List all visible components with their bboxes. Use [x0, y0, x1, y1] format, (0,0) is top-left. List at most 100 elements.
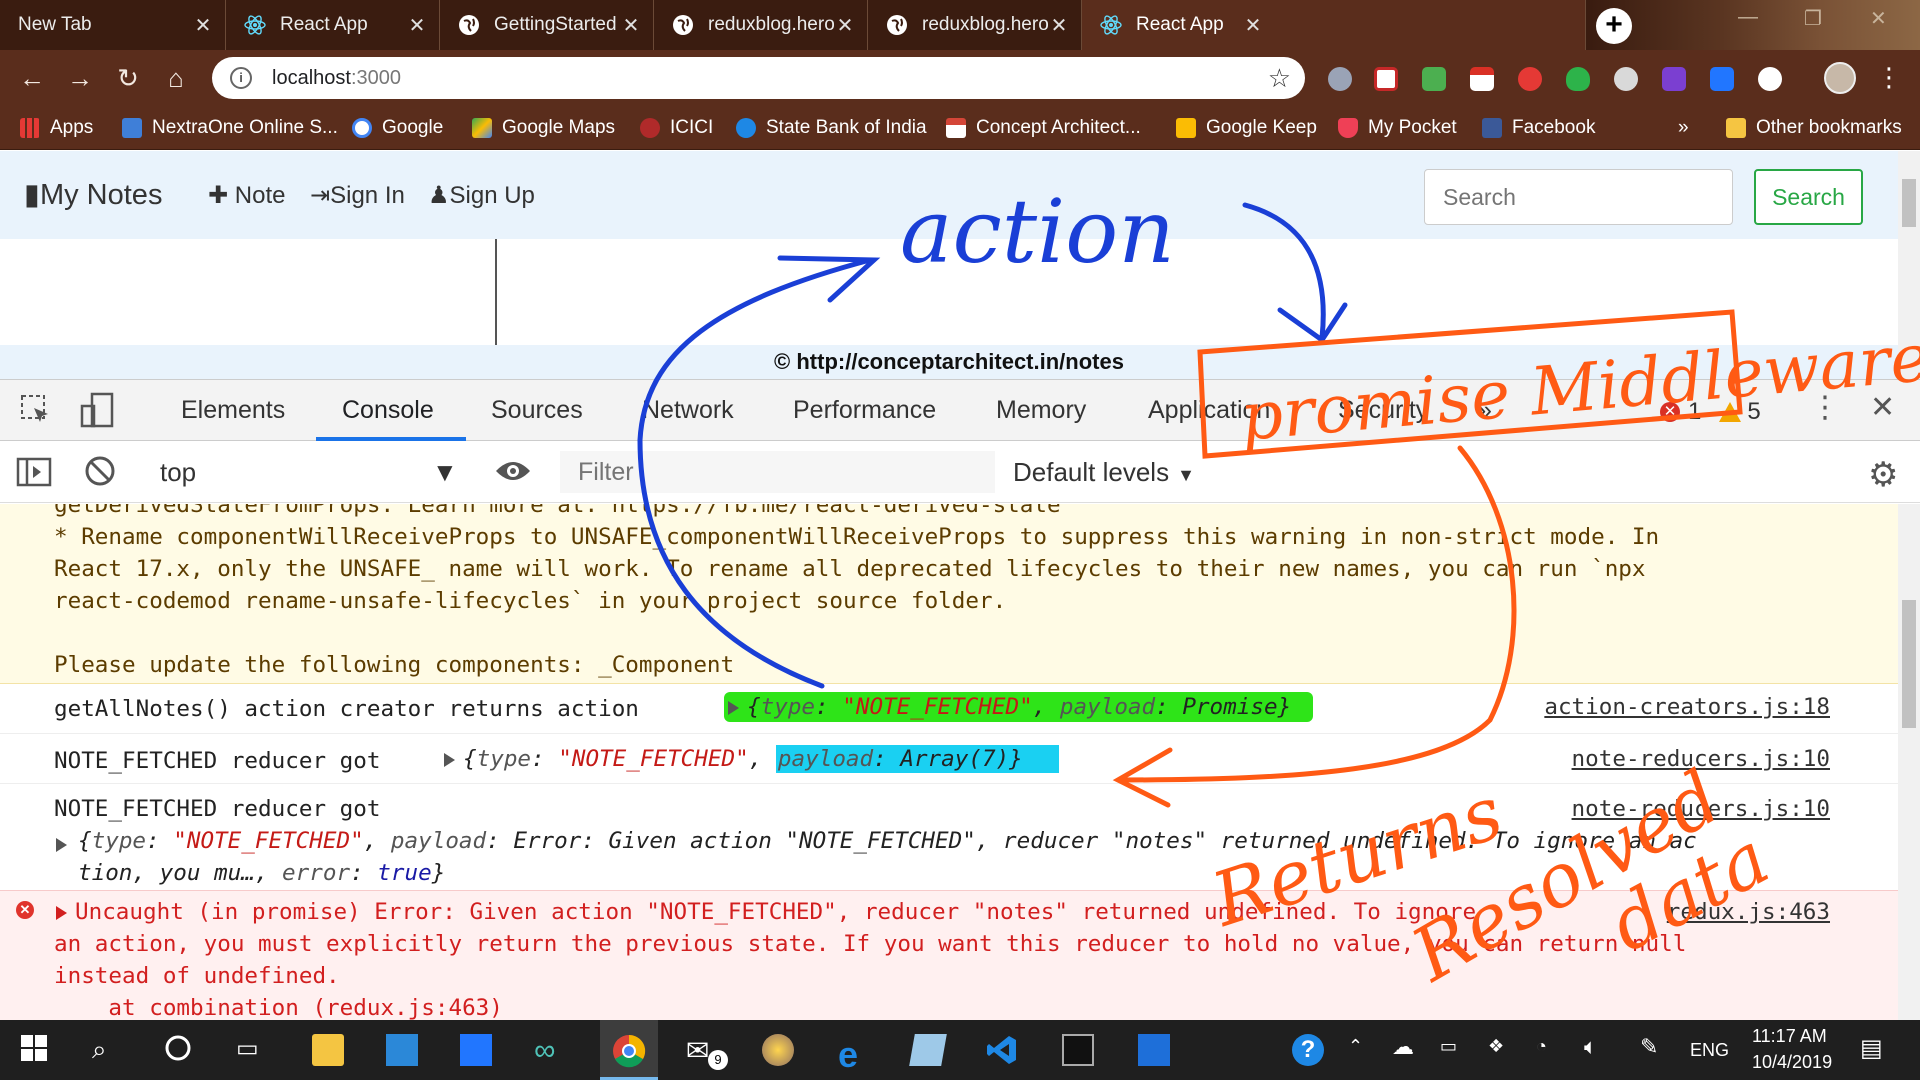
search-icon[interactable]: ⌕ — [92, 1034, 124, 1066]
console-filter-input[interactable] — [560, 451, 995, 493]
error-line[interactable]: Uncaught (in promise) Error: Given actio… — [56, 899, 1476, 925]
issue-counter[interactable]: ✕ 1 5 — [1660, 398, 1761, 426]
tab-new-tab[interactable]: New Tab ✕ — [0, 0, 226, 50]
close-icon[interactable]: ✕ — [407, 13, 427, 38]
dropbox-icon[interactable] — [1710, 67, 1734, 91]
notifications-icon[interactable]: ▤ — [1860, 1034, 1883, 1063]
profile-avatar[interactable] — [1824, 62, 1856, 94]
device-toolbar-icon[interactable] — [80, 392, 116, 433]
nav-sign-in-link[interactable]: ⇥Sign In — [310, 181, 405, 210]
search-input[interactable] — [1424, 169, 1733, 225]
scrollbar-thumb[interactable] — [1902, 179, 1916, 227]
back-arrow-icon[interactable]: ← — [16, 62, 48, 94]
windows-start-icon[interactable] — [20, 1034, 52, 1066]
close-icon[interactable]: ✕ — [835, 13, 855, 38]
close-icon[interactable]: ✕ — [1243, 13, 1263, 38]
info-icon[interactable]: i — [230, 67, 252, 89]
close-icon[interactable]: ✕ — [621, 13, 641, 38]
dropbox-icon[interactable] — [460, 1034, 492, 1066]
devtools-tab-console[interactable]: Console — [342, 396, 434, 425]
devtools-tab-sources[interactable]: Sources — [491, 396, 583, 425]
chrome-icon[interactable] — [612, 1034, 646, 1068]
extension-icon[interactable] — [1758, 67, 1782, 91]
devtools-menu-icon[interactable]: ⋮ — [1810, 390, 1840, 425]
close-icon[interactable]: ✕ — [193, 13, 213, 38]
cortana-icon[interactable] — [164, 1034, 196, 1066]
minimize-icon[interactable]: — — [1738, 6, 1758, 29]
help-icon[interactable]: ? — [1292, 1034, 1324, 1066]
evernote-icon[interactable] — [1566, 67, 1590, 91]
address-bar[interactable]: i localhost:3000 ☆ — [212, 57, 1305, 99]
expand-triangle-icon[interactable] — [444, 752, 455, 767]
app-icon[interactable] — [1138, 1034, 1170, 1066]
notepad-icon[interactable] — [909, 1034, 947, 1066]
window-close-icon[interactable]: ✕ — [1870, 6, 1887, 31]
gmail-icon[interactable] — [1470, 67, 1494, 91]
expand-triangle-icon[interactable] — [56, 838, 67, 852]
expandable-object[interactable]: {type: "NOTE_FETCHED", payload: Array(7)… — [444, 745, 1059, 773]
bookmark-facebook[interactable]: Facebook — [1482, 106, 1595, 150]
bookmark-sbi[interactable]: State Bank of India — [736, 106, 927, 150]
close-icon[interactable]: ✕ — [1049, 13, 1069, 38]
tab-getting-started[interactable]: GettingStarted ✕ — [440, 0, 654, 50]
live-expression-eye-icon[interactable] — [494, 457, 532, 490]
devtools-tab-security[interactable]: Security — [1338, 396, 1428, 425]
devtools-tab-memory[interactable]: Memory — [996, 396, 1086, 425]
clock-time[interactable]: 11:17 AM — [1752, 1026, 1827, 1047]
nav-sign-up-link[interactable]: ♟Sign Up — [428, 181, 535, 210]
devtools-tab-application[interactable]: Application — [1148, 396, 1270, 425]
bookmark-google[interactable]: Google — [352, 106, 443, 150]
file-explorer-icon[interactable] — [312, 1034, 344, 1066]
clear-console-icon[interactable] — [84, 455, 116, 492]
browser-menu-icon[interactable]: ⋮ — [1876, 62, 1902, 93]
pen-icon[interactable]: ✎ — [1640, 1034, 1658, 1060]
maximize-icon[interactable]: ❐ — [1804, 6, 1822, 31]
extension-icon[interactable] — [1374, 67, 1398, 91]
source-link[interactable]: note-reducers.js:10 — [1572, 796, 1830, 822]
more-tabs-button[interactable]: » — [1478, 396, 1492, 425]
forward-arrow-icon[interactable]: → — [64, 62, 96, 94]
source-link[interactable]: note-reducers.js:10 — [1572, 746, 1830, 772]
bookmark-concept-architect[interactable]: Concept Architect... — [946, 106, 1141, 150]
paint-icon[interactable] — [762, 1034, 794, 1066]
terminal-icon[interactable] — [1062, 1034, 1094, 1066]
extension-icon[interactable] — [1422, 67, 1446, 91]
expand-triangle-icon[interactable] — [56, 905, 67, 920]
scrollbar-thumb[interactable] — [1902, 600, 1916, 728]
bookmark-google-keep[interactable]: Google Keep — [1176, 106, 1317, 150]
log-levels-dropdown[interactable]: Default levels ▼ — [1013, 457, 1195, 488]
devtools-tab-performance[interactable]: Performance — [793, 396, 936, 425]
page-scrollbar[interactable] — [1898, 151, 1920, 379]
tab-react-app[interactable]: React App ✕ — [226, 0, 440, 50]
bookmark-star-icon[interactable]: ☆ — [1268, 63, 1291, 94]
tab-reduxblog-2[interactable]: reduxblog.herokuapp ✕ — [868, 0, 1082, 50]
chevron-up-icon[interactable]: ⌃ — [1348, 1036, 1363, 1057]
onedrive-icon[interactable]: ☁ — [1392, 1034, 1414, 1060]
devtools-tab-network[interactable]: Network — [642, 396, 734, 425]
console-scrollbar[interactable] — [1898, 504, 1920, 1020]
extension-icon[interactable] — [1328, 67, 1352, 91]
tab-reduxblog-1[interactable]: reduxblog.herokuapp ✕ — [654, 0, 868, 50]
edge-icon[interactable]: e — [838, 1034, 870, 1075]
context-selector[interactable]: top ▼ — [160, 457, 458, 488]
expandable-object[interactable]: {type: "NOTE_FETCHED", payload: Promise} — [724, 692, 1314, 722]
wifi-icon[interactable]: ◔ — [1536, 1036, 1547, 1057]
volume-icon[interactable]: 🔈︎ — [1584, 1034, 1597, 1060]
expandable-object[interactable]: {type: "NOTE_FETCHED", payload: Error: G… — [56, 828, 1697, 854]
source-link[interactable]: redux.js:463 — [1667, 899, 1830, 925]
inspect-element-icon[interactable] — [20, 394, 52, 431]
battery-icon[interactable]: ▭ — [1440, 1036, 1457, 1057]
devtools-tab-elements[interactable]: Elements — [181, 396, 285, 425]
onenote-icon[interactable] — [1662, 67, 1686, 91]
bookmark-icici[interactable]: ICICI — [640, 106, 713, 150]
new-tab-button[interactable]: + — [1596, 8, 1632, 44]
bookmark-nextraone[interactable]: NextraOne Online S... — [122, 106, 338, 150]
clock-date[interactable]: 10/4/2019 — [1752, 1052, 1832, 1073]
reload-icon[interactable]: ↻ — [112, 62, 144, 94]
tab-react-app-active[interactable]: React App ✕ — [1082, 0, 1586, 50]
dropbox-tray-icon[interactable]: ❖ — [1488, 1036, 1504, 1057]
extension-icon[interactable] — [1614, 67, 1638, 91]
sidebar-toggle-icon[interactable] — [16, 457, 52, 492]
nav-note-link[interactable]: ✚ Note — [208, 181, 285, 210]
bookmark-my-pocket[interactable]: My Pocket — [1338, 106, 1457, 150]
